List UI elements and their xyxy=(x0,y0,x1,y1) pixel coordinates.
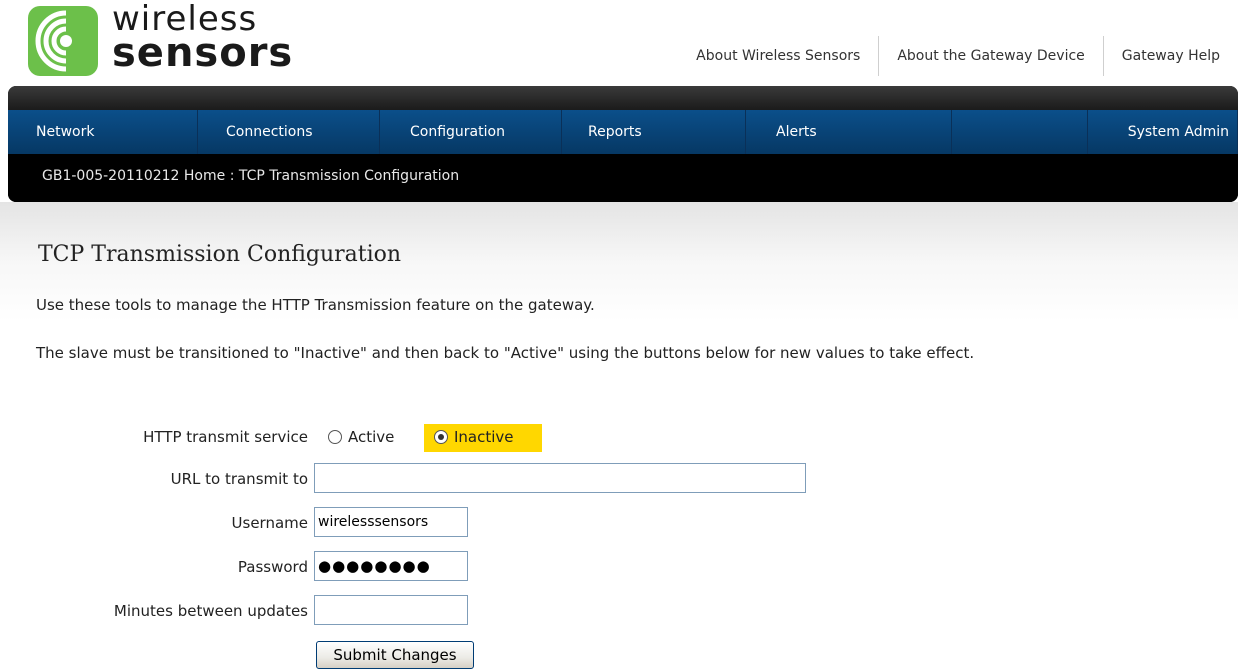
username-input[interactable]: wirelesssensors xyxy=(314,507,468,537)
url-label: URL to transmit to xyxy=(170,470,308,488)
http-transmit-service-label: HTTP transmit service xyxy=(143,428,308,446)
nav-item-alerts[interactable]: Alerts xyxy=(746,110,952,154)
inactive-radio[interactable] xyxy=(434,430,448,444)
nav-item-system-admin[interactable]: System Admin xyxy=(1088,110,1238,154)
nav-menu: Network Connections Configuration Report… xyxy=(8,110,1238,154)
intro-text: Use these tools to manage the HTTP Trans… xyxy=(36,296,595,314)
nav-spacer xyxy=(952,110,1088,154)
minutes-between-updates-label: Minutes between updates xyxy=(113,602,308,620)
breadcrumb: GB1-005-20110212 Home : TCP Transmission… xyxy=(8,154,1238,202)
about-gateway-device-link[interactable]: About the Gateway Device xyxy=(878,36,1102,76)
about-wireless-sensors-link[interactable]: About Wireless Sensors xyxy=(678,36,878,76)
password-label: Password xyxy=(237,558,308,576)
username-label: Username xyxy=(231,514,308,532)
password-input[interactable]: ●●●●●●●● xyxy=(314,551,468,581)
submit-changes-button[interactable]: Submit Changes xyxy=(316,641,474,669)
gateway-help-link[interactable]: Gateway Help xyxy=(1102,36,1238,76)
main-navigation: Network Connections Configuration Report… xyxy=(8,86,1238,202)
nav-item-network[interactable]: Network xyxy=(8,110,198,154)
wireless-signal-icon xyxy=(28,6,98,76)
wireless-sensors-logo[interactable]: wireless sensors xyxy=(28,0,328,82)
minutes-between-updates-input[interactable] xyxy=(314,595,468,625)
nav-item-configuration[interactable]: Configuration xyxy=(380,110,562,154)
url-input[interactable] xyxy=(314,463,806,493)
nav-item-reports[interactable]: Reports xyxy=(562,110,746,154)
nav-top-strip xyxy=(8,86,1238,110)
instruction-note: The slave must be transitioned to "Inact… xyxy=(36,344,975,362)
inactive-radio-label[interactable]: Inactive xyxy=(454,428,514,446)
logo-text-sensors: sensors xyxy=(112,30,294,76)
site-header: wireless sensors About Wireless Sensors … xyxy=(0,0,1238,86)
page-title: TCP Transmission Configuration xyxy=(38,242,402,267)
nav-item-connections[interactable]: Connections xyxy=(198,110,380,154)
top-links: About Wireless Sensors About the Gateway… xyxy=(678,36,1238,76)
active-radio[interactable] xyxy=(328,430,342,444)
active-radio-label[interactable]: Active xyxy=(348,428,394,446)
